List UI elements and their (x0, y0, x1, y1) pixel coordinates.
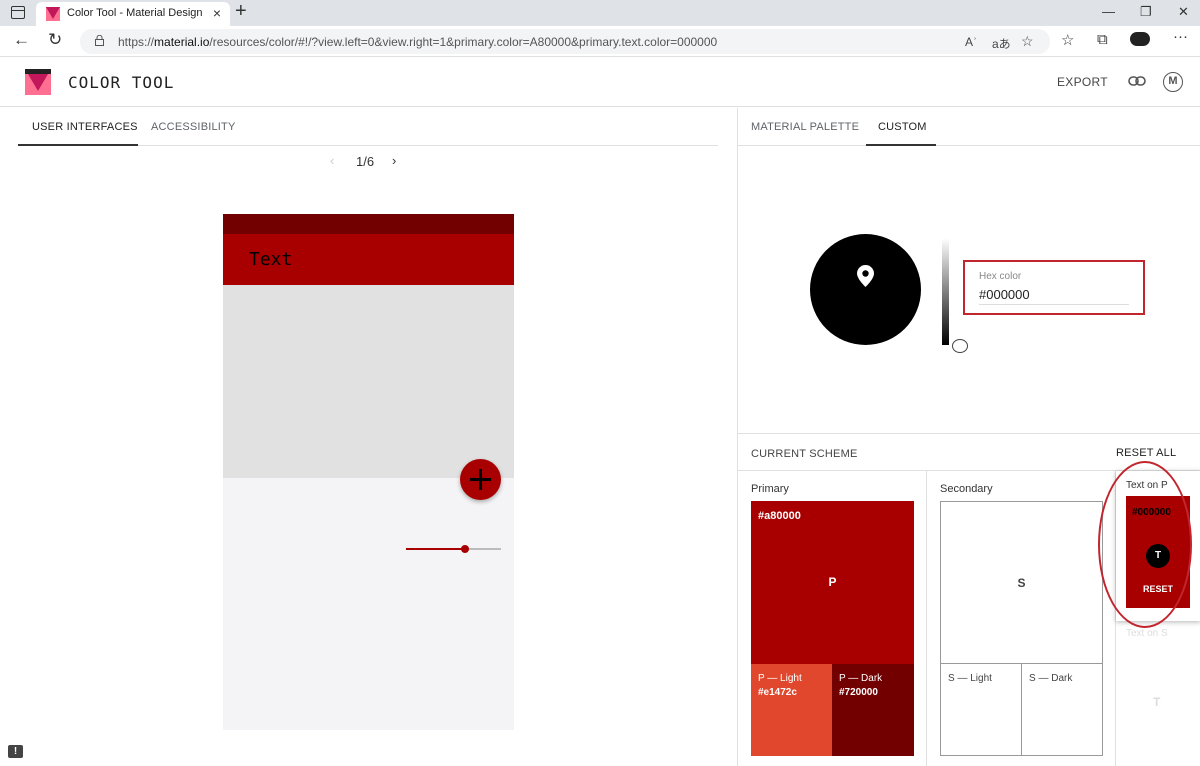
phone-toolbar: Text (223, 234, 514, 285)
phone-slider[interactable] (406, 545, 501, 553)
hex-color-input[interactable] (979, 285, 1129, 305)
phone-preview: Text (223, 214, 514, 730)
app-title: COLOR TOOL (68, 73, 175, 92)
back-icon[interactable]: ← (13, 30, 30, 50)
read-aloud-icon[interactable]: Aʾ (965, 35, 977, 49)
primary-dark-hex: #720000 (839, 687, 878, 698)
more-menu-icon[interactable]: ··· (1173, 28, 1188, 45)
primary-light-hex: #e1472c (758, 687, 797, 698)
location-pin-icon (857, 265, 874, 287)
translate-icon[interactable]: aあ (992, 35, 1011, 52)
app-bar: COLOR TOOL EXPORT M (0, 57, 1200, 107)
color-tool-logo-icon (25, 69, 51, 95)
close-window-icon[interactable]: ✕ (1178, 4, 1189, 20)
text-on-primary-letter: T (1146, 544, 1170, 568)
next-page-icon[interactable]: › (392, 153, 396, 168)
reset-text-color-button[interactable]: RESET (1126, 584, 1190, 594)
secondary-dark-label: S — Dark (1029, 673, 1073, 684)
secondary-label: Secondary (940, 483, 993, 495)
color-preview-circle[interactable] (810, 234, 921, 345)
link-icon[interactable] (1128, 75, 1146, 87)
phone-content-area (223, 285, 514, 478)
slider-thumb[interactable] (460, 545, 469, 553)
secondary-swatch[interactable]: S (940, 501, 1103, 664)
hex-color-field: Hex color (963, 260, 1145, 315)
close-tab-icon[interactable]: × (213, 5, 221, 21)
reset-all-button[interactable]: RESET ALL (1116, 447, 1176, 459)
page-indicator: 1/6 (356, 154, 375, 169)
primary-label: Primary (751, 483, 789, 495)
feedback-icon[interactable]: ! (8, 745, 23, 758)
phone-toolbar-text: Text (249, 249, 293, 270)
text-on-primary-label: Text on P (1126, 480, 1168, 491)
primary-letter: P (828, 575, 837, 589)
primary-column: Primary #a80000 P P — Light #e1472c P — … (738, 471, 927, 766)
browser-tab[interactable]: Color Tool - Material Design × (36, 2, 230, 26)
text-on-primary-swatch[interactable]: #000000 T RESET (1126, 496, 1190, 608)
browser-toolbar: ← ↻ https://material.io/resources/color/… (0, 26, 1200, 57)
text-on-secondary-letter[interactable]: T (1153, 695, 1160, 709)
left-tab-bar: USER INTERFACES ACCESSIBILITY (18, 108, 718, 146)
tab-material-palette[interactable]: MATERIAL PALETTE (751, 121, 859, 133)
text-on-secondary-label: Text on S (1126, 628, 1168, 639)
collections-icon[interactable]: ⧉ (1097, 31, 1108, 48)
hex-color-label: Hex color (979, 271, 1022, 282)
minimize-icon[interactable]: — (1102, 4, 1115, 19)
tab-accessibility[interactable]: ACCESSIBILITY (151, 121, 236, 133)
primary-dark-label: P — Dark (839, 673, 883, 684)
text-on-primary-hex: #000000 (1132, 507, 1171, 518)
primary-swatch[interactable]: #a80000 P (751, 501, 914, 664)
tab-title: Color Tool - Material Design (67, 7, 203, 19)
tab-custom[interactable]: CUSTOM (878, 121, 927, 133)
address-bar[interactable]: https://material.io/resources/color/#!/?… (80, 29, 1050, 54)
refresh-icon[interactable]: ↻ (48, 30, 62, 50)
slider-fill (406, 548, 465, 550)
material-logo-icon (46, 7, 60, 21)
right-pane: MATERIAL PALETTE CUSTOM Hex color CURREN… (737, 108, 1200, 766)
secondary-light-label: S — Light (948, 673, 992, 684)
active-tab-indicator (866, 144, 936, 146)
previous-page-icon[interactable]: ‹ (330, 153, 334, 168)
active-tab-indicator (18, 144, 138, 146)
phone-status-bar (223, 214, 514, 234)
right-tab-bar: MATERIAL PALETTE CUSTOM (738, 108, 1200, 146)
maximize-icon[interactable]: ❐ (1140, 4, 1152, 20)
secondary-dark-swatch[interactable]: S — Dark (1021, 664, 1103, 756)
profile-icon[interactable] (1130, 32, 1150, 46)
url-text: https://material.io/resources/color/#!/?… (118, 35, 718, 49)
fab-add-button[interactable] (460, 459, 501, 500)
current-scheme-title: CURRENT SCHEME (751, 448, 858, 460)
new-tab-icon[interactable]: + (235, 0, 247, 23)
export-button[interactable]: EXPORT (1057, 75, 1108, 89)
scheme-header: CURRENT SCHEME RESET ALL (738, 433, 1200, 471)
lock-icon (95, 35, 104, 46)
text-on-primary-card[interactable]: Text on P #000000 T RESET (1116, 471, 1200, 621)
secondary-letter: S (1017, 576, 1026, 590)
pager: ‹ 1/6 › (330, 153, 410, 170)
browser-tab-bar: Color Tool - Material Design × + — ❐ ✕ (0, 0, 1200, 26)
material-m-icon[interactable]: M (1163, 72, 1183, 92)
secondary-column: Secondary S S — Light S — Dark (927, 471, 1116, 766)
lightness-slider-thumb[interactable] (952, 339, 968, 353)
add-favorite-icon[interactable]: ☆ (1021, 33, 1034, 50)
secondary-light-swatch[interactable]: S — Light (940, 664, 1022, 756)
primary-hex: #a80000 (758, 510, 801, 522)
tab-user-interfaces[interactable]: USER INTERFACES (32, 121, 138, 133)
favorites-icon[interactable]: ☆ (1061, 31, 1074, 49)
tab-actions-icon[interactable] (11, 6, 25, 19)
lightness-slider[interactable] (942, 238, 949, 345)
primary-dark-swatch[interactable]: P — Dark #720000 (832, 664, 914, 756)
primary-light-label: P — Light (758, 673, 802, 684)
primary-light-swatch[interactable]: P — Light #e1472c (751, 664, 832, 756)
